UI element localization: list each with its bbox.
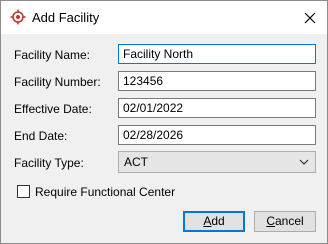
end-date-input[interactable] — [118, 125, 316, 145]
facility-name-input[interactable] — [118, 44, 316, 64]
require-functional-center-checkbox[interactable] — [17, 185, 30, 198]
close-icon[interactable] — [301, 9, 319, 27]
title-bar: Add Facility — [1, 1, 327, 34]
cancel-button[interactable]: Cancel — [254, 211, 316, 232]
add-button[interactable]: Add — [183, 211, 245, 232]
facility-name-label: Facility Name: — [14, 48, 91, 62]
facility-target-icon — [10, 9, 26, 25]
facility-type-value: ACT — [124, 155, 148, 169]
facility-type-label: Facility Type: — [14, 156, 84, 170]
facility-number-label: Facility Number: — [14, 75, 101, 89]
add-button-label: dd — [211, 214, 225, 228]
cancel-button-label: ancel — [274, 214, 304, 228]
add-facility-dialog: Add Facility Facility Name: Facility Num… — [0, 0, 328, 244]
facility-type-select[interactable]: ACT — [118, 151, 316, 173]
effective-date-label: Effective Date: — [14, 102, 92, 116]
end-date-label: End Date: — [14, 129, 68, 143]
chevron-down-icon — [299, 159, 309, 165]
cancel-button-mnemonic: C — [266, 214, 275, 228]
require-functional-center-label: Require Functional Center — [35, 185, 176, 199]
effective-date-input[interactable] — [118, 98, 316, 118]
dialog-title: Add Facility — [32, 10, 100, 25]
facility-number-input[interactable] — [118, 71, 316, 91]
